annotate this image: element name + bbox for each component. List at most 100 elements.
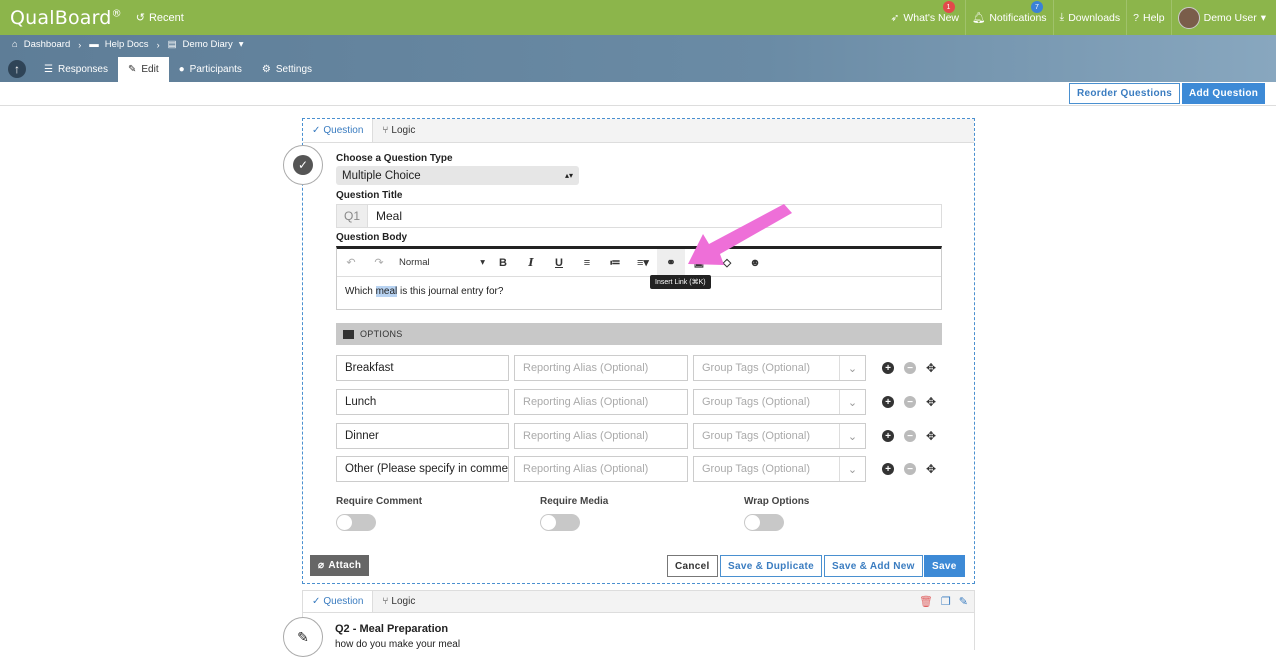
- save-duplicate-button[interactable]: Save & Duplicate: [720, 555, 822, 577]
- chat-icon: ✎: [283, 617, 323, 657]
- link-icon[interactable]: ⚭: [657, 248, 685, 277]
- group-tags-placeholder: Group Tags (Optional): [702, 463, 811, 475]
- group-tags-select[interactable]: Group Tags (Optional) ⌄: [693, 423, 866, 449]
- folder-icon: ▬: [89, 39, 99, 50]
- move-icon[interactable]: ✥: [926, 462, 936, 476]
- undo-icon[interactable]: ↶: [337, 256, 365, 269]
- notifications-button[interactable]: 🔔︎ Notifications 7: [965, 0, 1053, 35]
- option-value-input[interactable]: Breakfast: [336, 355, 509, 381]
- chevron-down-icon: ⌄: [839, 356, 865, 380]
- body-text-selected: meal: [375, 286, 398, 297]
- editor-content[interactable]: Which meal is this journal entry for?: [337, 277, 941, 306]
- image-icon[interactable]: ▣: [685, 256, 713, 269]
- body-text-after: is this journal entry for?: [397, 286, 504, 297]
- body-text-before: Which: [345, 286, 376, 297]
- add-option-icon[interactable]: +: [882, 396, 894, 408]
- save-button[interactable]: Save: [924, 555, 965, 577]
- remove-option-icon[interactable]: −: [904, 463, 916, 475]
- tab-responses[interactable]: ☰ Responses: [34, 57, 118, 82]
- reporting-alias-input[interactable]: Reporting Alias (Optional): [514, 456, 688, 482]
- group-tags-select[interactable]: Group Tags (Optional) ⌄: [693, 355, 866, 381]
- breadcrumb-dashboard[interactable]: Dashboard: [24, 39, 70, 50]
- question-title-value[interactable]: Meal: [368, 205, 402, 227]
- tab-question[interactable]: ✓ Question: [303, 119, 374, 142]
- question-type-select[interactable]: Multiple Choice ▴▾: [336, 166, 579, 185]
- format-value: Normal: [399, 257, 430, 268]
- user-icon: ●: [178, 64, 185, 75]
- breadcrumb-help-docs[interactable]: Help Docs: [105, 39, 149, 50]
- option-value-input[interactable]: Dinner: [336, 423, 509, 449]
- ordered-list-icon[interactable]: ≡: [573, 257, 601, 269]
- help-icon: ?: [1133, 11, 1139, 24]
- edit-icon[interactable]: ✎: [959, 595, 968, 608]
- reorder-questions-button[interactable]: Reorder Questions: [1069, 83, 1181, 104]
- option-value-input[interactable]: Lunch: [336, 389, 509, 415]
- app-logo[interactable]: QualBoard®: [10, 7, 122, 29]
- tab-bar: ↑ ☰ Responses ✎ Edit ● Participants ⚙ Se…: [0, 57, 322, 82]
- back-button[interactable]: ↑: [8, 60, 26, 78]
- option-row: Lunch Reporting Alias (Optional) Group T…: [336, 389, 936, 415]
- rocket-icon: ➶: [890, 11, 900, 24]
- add-option-icon[interactable]: +: [882, 463, 894, 475]
- save-add-new-button[interactable]: Save & Add New: [824, 555, 923, 577]
- copy-icon[interactable]: ❐: [941, 595, 951, 608]
- align-icon[interactable]: ≡▾: [629, 256, 657, 269]
- help-label: Help: [1143, 11, 1165, 24]
- underline-icon[interactable]: U: [545, 257, 573, 269]
- emoji-icon[interactable]: ☻: [741, 257, 769, 269]
- history-icon: ↺: [135, 12, 145, 24]
- remove-option-icon[interactable]: −: [904, 362, 916, 374]
- remove-option-icon[interactable]: −: [904, 396, 916, 408]
- tab-question[interactable]: ✓ Question: [303, 591, 374, 612]
- group-tags-placeholder: Group Tags (Optional): [702, 396, 811, 408]
- tab-logic[interactable]: ⑂ Logic: [373, 591, 424, 612]
- bullet-list-icon[interactable]: ≔: [601, 256, 629, 269]
- whats-new-button[interactable]: ➶ What's New 1: [885, 0, 966, 35]
- cancel-button[interactable]: Cancel: [667, 555, 718, 577]
- tab-edit[interactable]: ✎ Edit: [118, 57, 169, 82]
- move-icon[interactable]: ✥: [926, 395, 936, 409]
- eraser-icon[interactable]: ◇: [713, 256, 741, 269]
- group-tags-select[interactable]: Group Tags (Optional) ⌄: [693, 456, 866, 482]
- edit-icon: ✎: [128, 64, 137, 75]
- redo-icon[interactable]: ↷: [365, 256, 393, 269]
- attach-label: Attach: [328, 560, 362, 571]
- reporting-alias-input[interactable]: Reporting Alias (Optional): [514, 355, 688, 381]
- question-tabs: ✓ Question ⑂ Logic: [303, 591, 974, 613]
- move-icon[interactable]: ✥: [926, 429, 936, 443]
- tab-settings[interactable]: ⚙ Settings: [252, 57, 322, 82]
- format-select[interactable]: Normal ▾: [393, 257, 489, 268]
- insert-link-tooltip: Insert Link (⌘K): [650, 275, 711, 289]
- move-icon[interactable]: ✥: [926, 361, 936, 375]
- add-question-button[interactable]: Add Question: [1182, 83, 1266, 104]
- italic-icon[interactable]: I: [517, 256, 545, 269]
- recent-button[interactable]: ↺ Recent: [135, 11, 184, 25]
- downloads-button[interactable]: ⤓ Downloads: [1052, 0, 1127, 35]
- breadcrumb-demo-diary[interactable]: Demo Diary: [183, 39, 233, 50]
- add-option-icon[interactable]: +: [882, 362, 894, 374]
- tab-logic[interactable]: ⑂ Logic: [373, 119, 424, 142]
- trash-icon[interactable]: 🗑︎: [919, 595, 933, 608]
- user-menu[interactable]: Demo User ▾: [1170, 0, 1276, 35]
- group-tags-select[interactable]: Group Tags (Optional) ⌄: [693, 389, 866, 415]
- reporting-alias-input[interactable]: Reporting Alias (Optional): [514, 389, 688, 415]
- download-icon: ⤓: [1059, 11, 1065, 23]
- reporting-alias-input[interactable]: Reporting Alias (Optional): [514, 423, 688, 449]
- paperclip-icon: ⌀: [318, 560, 325, 571]
- group-tags-placeholder: Group Tags (Optional): [702, 430, 811, 442]
- toggle-knob: [337, 515, 352, 530]
- require-comment-toggle[interactable]: [336, 514, 376, 531]
- bold-icon[interactable]: B: [489, 257, 517, 269]
- tab-participants[interactable]: ● Participants: [169, 57, 252, 82]
- action-row: Reorder Questions Add Question: [0, 82, 1276, 106]
- question-title-field[interactable]: Q1 Meal: [336, 204, 942, 228]
- remove-option-icon[interactable]: −: [904, 430, 916, 442]
- rich-text-editor[interactable]: ↶ ↷ Normal ▾ B I U ≡ ≔ ≡▾ ⚭ ▣ ◇ ☻ Which …: [336, 246, 942, 310]
- attach-button[interactable]: ⌀ Attach: [310, 555, 370, 576]
- option-value-input[interactable]: Other (Please specify in comme: [336, 456, 509, 482]
- require-media-toggle[interactable]: [540, 514, 580, 531]
- wrap-options-toggle[interactable]: [744, 514, 784, 531]
- add-option-icon[interactable]: +: [882, 430, 894, 442]
- help-button[interactable]: ? Help: [1126, 0, 1170, 35]
- wrap-options-label: Wrap Options: [744, 496, 810, 507]
